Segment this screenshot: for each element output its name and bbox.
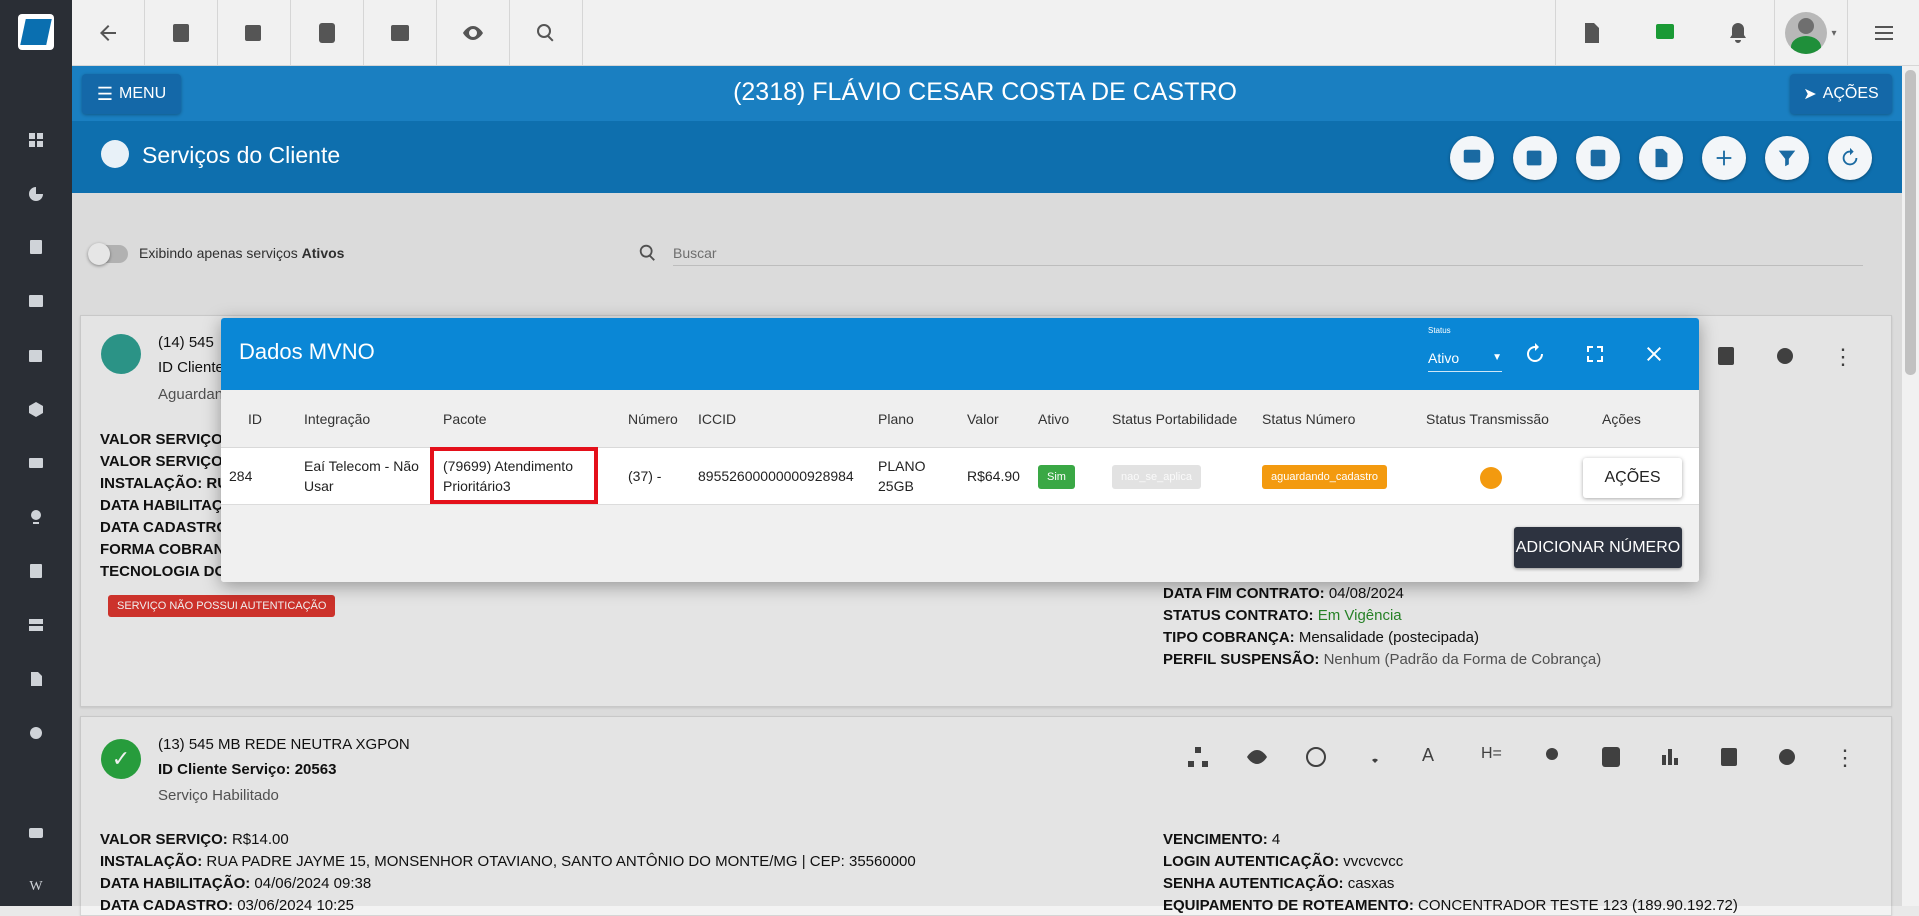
cell-valor: R$64.90 [967, 468, 1020, 484]
hamburger-icon: ☰ [96, 83, 114, 104]
wiki-icon[interactable]: W [26, 877, 46, 897]
alert-message-icon[interactable] [1450, 136, 1494, 180]
column-header[interactable]: Status Número [1262, 411, 1355, 427]
mvno-dialog: Dados MVNO Status Ativo ▼ ID Integração P… [221, 318, 1699, 582]
calendar-clock-button-icon[interactable] [1513, 136, 1557, 180]
dropdown-arrow-icon: ▼ [1492, 352, 1502, 363]
box-icon[interactable] [26, 399, 46, 419]
send-icon: ➤ [1803, 86, 1817, 103]
list-icon[interactable] [26, 561, 46, 581]
settings-icon[interactable] [26, 723, 46, 743]
fullscreen-icon[interactable] [1581, 340, 1609, 368]
column-header[interactable]: ID [248, 411, 262, 427]
cell-iccid: 89552600000000928984 [698, 468, 854, 484]
pdf-icon[interactable] [1555, 0, 1628, 66]
contact-icon[interactable] [145, 0, 218, 66]
globe-icon [101, 140, 129, 168]
calendar-clock-icon[interactable] [26, 345, 46, 365]
server-icon[interactable] [26, 615, 46, 635]
column-header[interactable]: ICCID [698, 411, 736, 427]
column-header[interactable]: Número [628, 411, 678, 427]
chat-check-icon[interactable] [1628, 0, 1701, 66]
cell-numero: (37) - [628, 468, 662, 484]
column-header[interactable]: Integração [304, 411, 370, 427]
table-header: ID Integração Pacote Número ICCID Plano … [221, 390, 1699, 448]
dialog-title: Dados MVNO [239, 339, 375, 364]
column-header[interactable]: Ativo [1038, 411, 1069, 427]
cell-plano: PLANO 25GB [878, 458, 926, 494]
refresh-icon[interactable] [1828, 136, 1872, 180]
contact-card-icon[interactable] [26, 237, 46, 257]
eye-icon[interactable] [437, 0, 510, 66]
dialog-header: Dados MVNO Status Ativo ▼ [221, 318, 1699, 390]
number-status-badge: aguardando_cadastro [1262, 465, 1388, 489]
document-icon[interactable] [26, 669, 46, 689]
status-select[interactable]: Ativo ▼ [1428, 344, 1502, 372]
terminal-icon[interactable] [364, 0, 437, 66]
bell-icon[interactable] [1701, 0, 1774, 66]
user-avatar[interactable]: ▾ [1774, 0, 1847, 66]
money-icon[interactable] [26, 453, 46, 473]
file-icon[interactable] [1639, 136, 1683, 180]
back-arrow-icon[interactable] [72, 0, 145, 66]
video-icon[interactable] [26, 823, 46, 843]
add-icon[interactable] [1702, 136, 1746, 180]
section-header-bar [72, 121, 1902, 193]
top-toolbar: ▾ [72, 0, 1919, 66]
cell-id: 284 [229, 468, 253, 484]
active-badge: Sim [1038, 465, 1075, 489]
left-rail: W [0, 0, 72, 906]
column-header[interactable]: Valor [967, 411, 999, 427]
board-icon[interactable] [26, 291, 46, 311]
list-menu-icon[interactable] [1847, 0, 1919, 66]
cell-integracao: Eaí Telecom - Não Usar [304, 458, 419, 494]
column-header[interactable]: Status Transmissão [1426, 411, 1549, 427]
calendar-clock-icon[interactable] [218, 0, 291, 66]
add-number-button[interactable]: ADICIONAR NÚMERO [1514, 527, 1682, 568]
portability-status-badge: nao_se_aplica [1112, 465, 1201, 489]
column-header[interactable]: Status Portabilidade [1112, 411, 1237, 427]
column-header[interactable]: Plano [878, 411, 914, 427]
client-title: (2318) FLÁVIO CESAR COSTA DE CASTRO [733, 78, 1237, 106]
column-header[interactable]: Pacote [443, 411, 487, 427]
menu-button[interactable]: ☰ MENU [82, 74, 181, 114]
refresh-icon[interactable] [1521, 340, 1549, 368]
column-header[interactable]: Ações [1602, 411, 1641, 427]
status-field-label: Status [1428, 326, 1451, 335]
location-icon[interactable] [26, 507, 46, 527]
close-icon[interactable] [1640, 340, 1668, 368]
row-actions-button[interactable]: AÇÕES [1583, 458, 1682, 498]
search-icon[interactable] [510, 0, 583, 66]
transmission-status-dot [1480, 467, 1502, 489]
filter-icon[interactable] [1765, 136, 1809, 180]
dialog-footer [221, 504, 1699, 582]
app-logo[interactable] [18, 14, 54, 50]
dollar-icon[interactable] [291, 0, 364, 66]
section-title: Serviços do Cliente [142, 142, 341, 168]
chevron-down-icon: ▾ [1831, 27, 1837, 39]
actions-button[interactable]: ➤ AÇÕES [1790, 74, 1892, 114]
highlight-box [430, 447, 598, 504]
scrollbar-thumb[interactable] [1905, 70, 1916, 375]
list-button-icon[interactable] [1576, 136, 1620, 180]
pie-chart-icon[interactable] [26, 184, 46, 204]
dashboard-icon[interactable] [26, 130, 46, 150]
